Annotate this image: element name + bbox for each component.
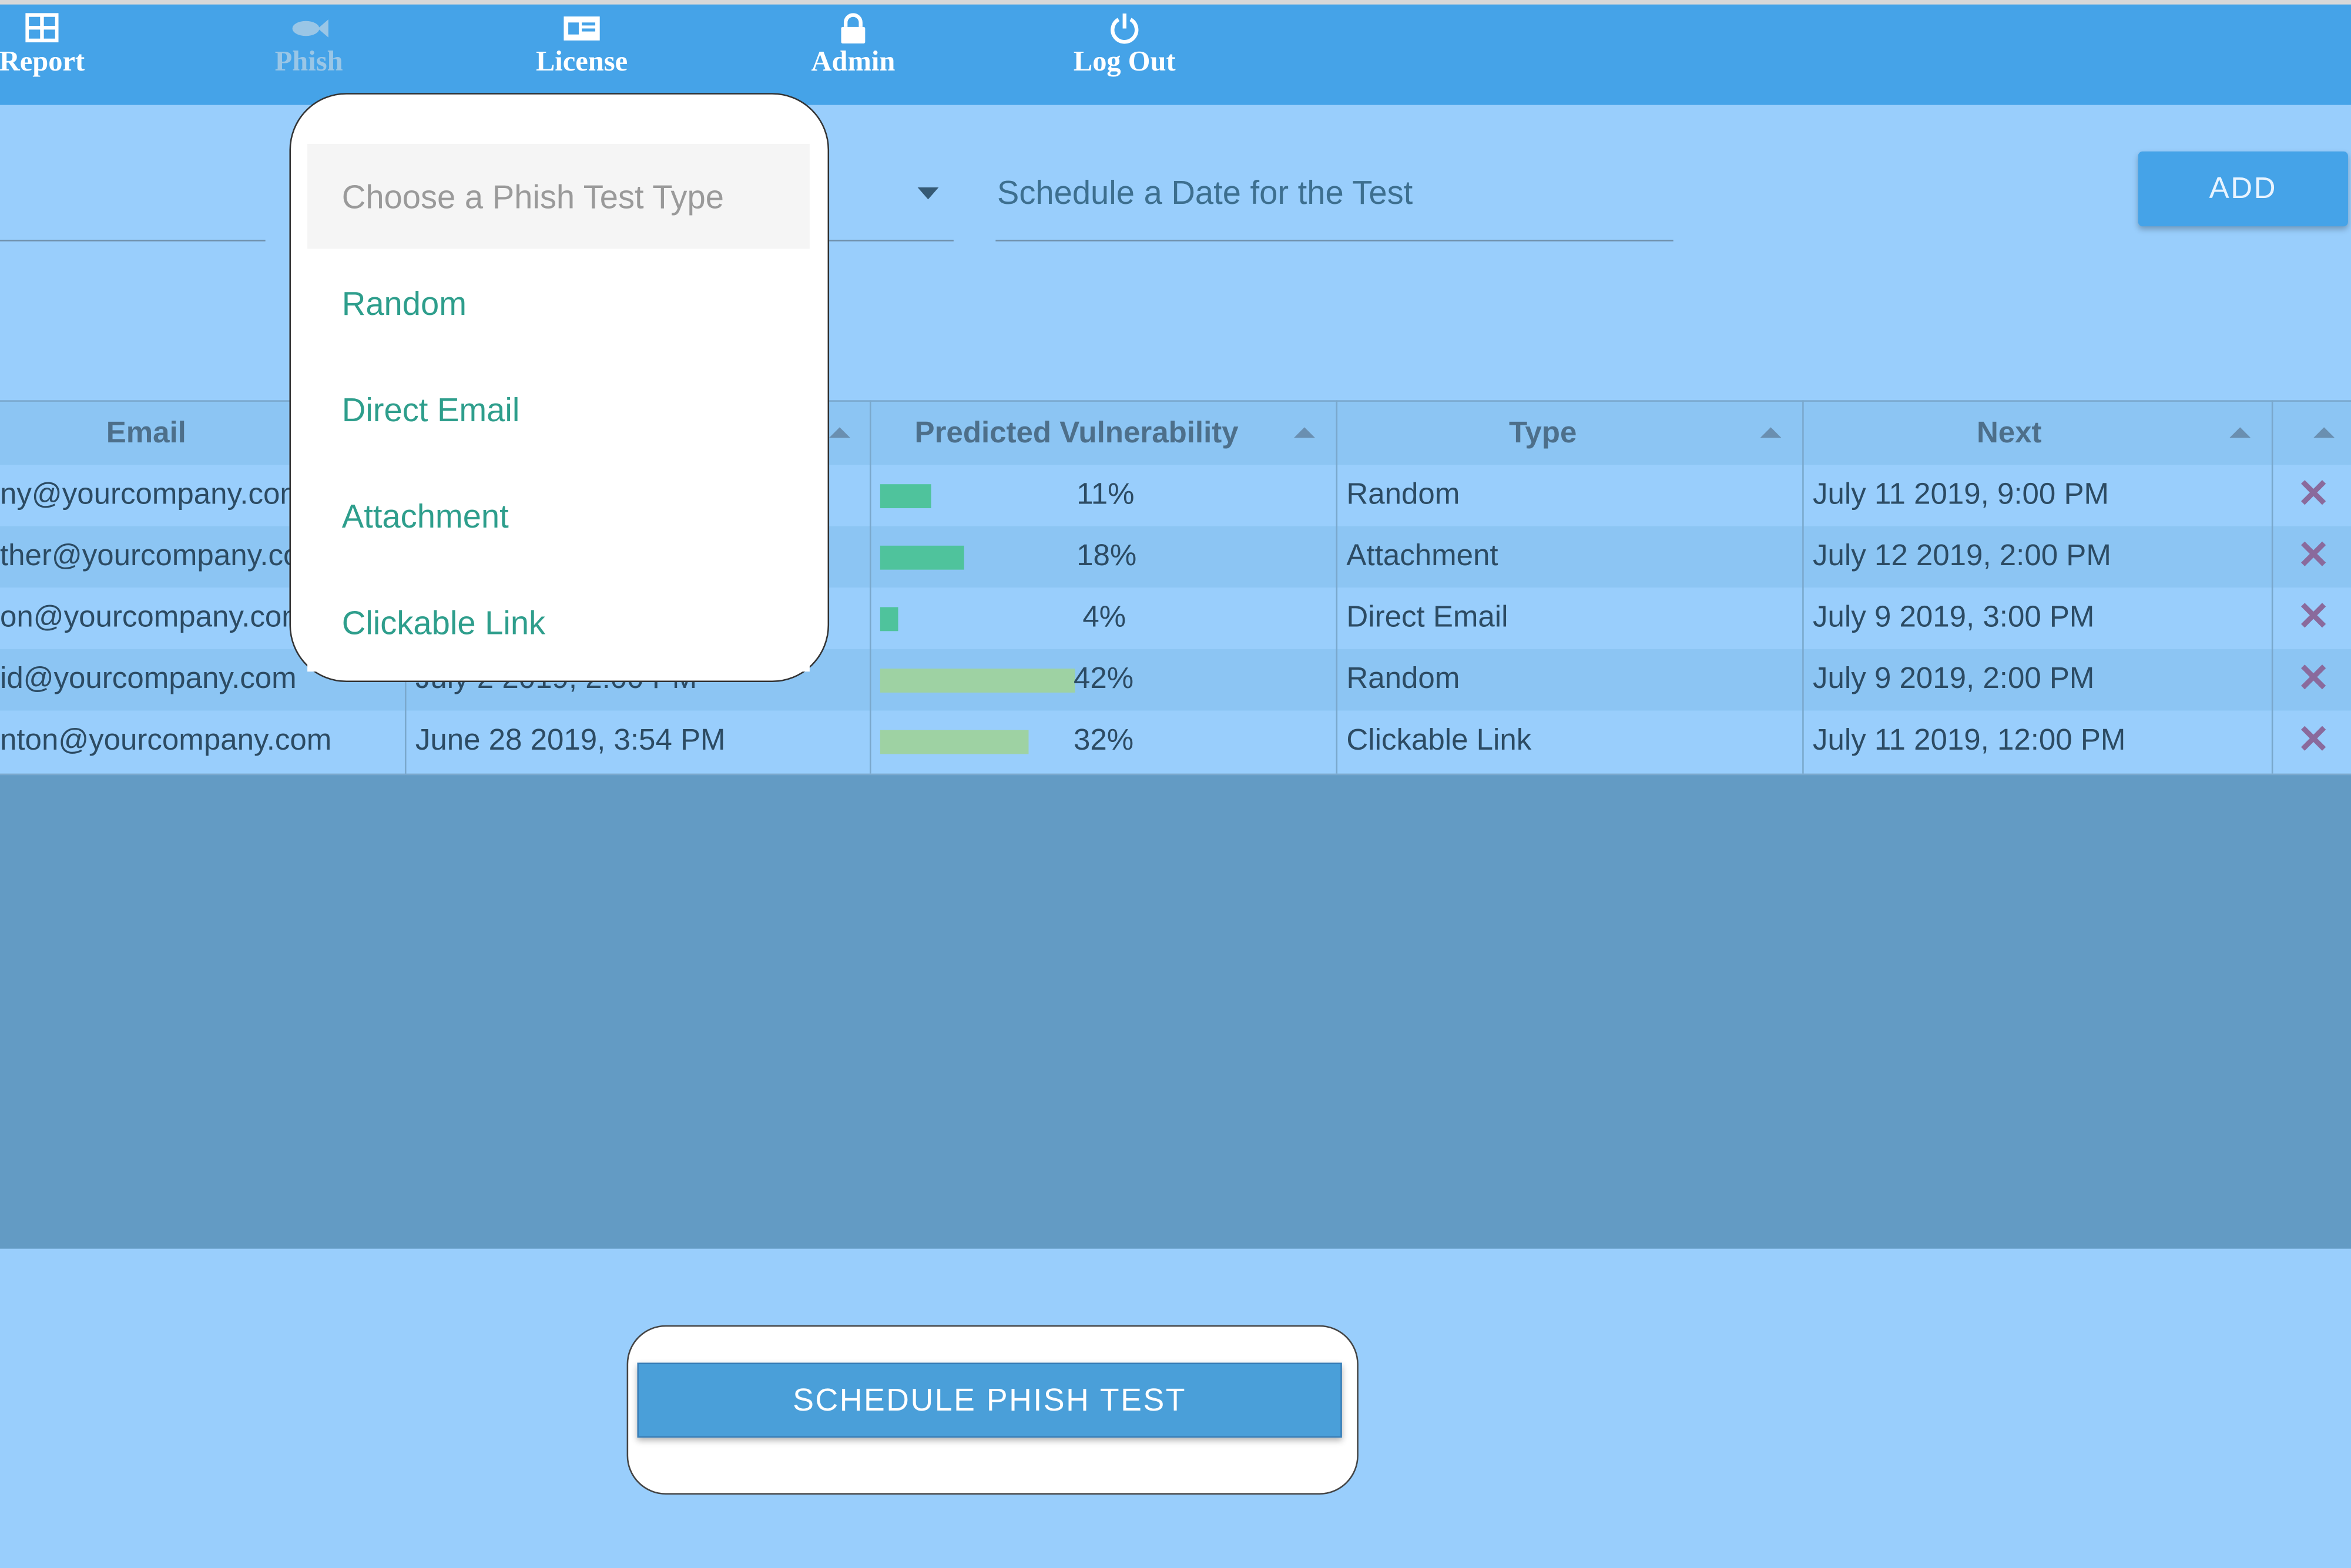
next-cell: July 9 2019, 2:00 PM xyxy=(1813,662,2095,696)
vulnerability-percent: 18% xyxy=(1076,539,1137,573)
app-root: Report Phish License Admin Log Out Sched… xyxy=(0,0,2351,1568)
sort-icon[interactable] xyxy=(829,427,850,438)
fish-icon xyxy=(292,19,328,38)
email-cell: ther@yourcompany.com xyxy=(0,539,325,573)
column-divider xyxy=(2271,400,2273,774)
schedule-phish-test-button[interactable]: SCHEDULE PHISH TEST xyxy=(637,1362,1342,1438)
column-header-email[interactable]: Email xyxy=(0,402,293,465)
type-cell: Clickable Link xyxy=(1346,724,1532,757)
column-divider xyxy=(1802,400,1804,774)
vulnerability-bar xyxy=(880,669,1075,693)
sort-icon[interactable] xyxy=(1294,427,1315,438)
vulnerability-bar xyxy=(880,545,964,570)
email-cell: on@yourcompany.com xyxy=(0,601,307,634)
vulnerability-percent: 42% xyxy=(1074,662,1134,696)
column-header-next[interactable]: Next xyxy=(1804,402,2215,465)
email-cell: nton@yourcompany.com xyxy=(0,724,332,757)
last-test-cell: June 28 2019, 3:54 PM xyxy=(415,724,726,757)
vulnerability-percent: 32% xyxy=(1074,724,1134,757)
dropdown-option-attachment[interactable]: Attachment xyxy=(342,498,509,536)
vulnerability-bar xyxy=(880,484,931,509)
delete-icon[interactable]: ✕ xyxy=(2297,471,2330,517)
nav-license[interactable]: License xyxy=(492,11,672,79)
next-cell: July 9 2019, 3:00 PM xyxy=(1813,601,2095,634)
column-divider xyxy=(869,400,871,774)
vulnerability-bar xyxy=(880,730,1029,754)
chevron-down-icon[interactable] xyxy=(917,187,939,200)
type-cell: Direct Email xyxy=(1346,601,1508,634)
empty-table-area xyxy=(0,775,2351,1249)
dropdown-option-clickable-link[interactable]: Clickable Link xyxy=(342,604,545,643)
lock-icon xyxy=(841,13,866,43)
dropdown-option-direct-email[interactable]: Direct Email xyxy=(342,391,520,430)
nav-report[interactable]: Report xyxy=(0,11,132,79)
nav-license-label: License xyxy=(535,46,628,78)
delete-icon[interactable]: ✕ xyxy=(2297,717,2330,763)
next-cell: July 12 2019, 2:00 PM xyxy=(1813,539,2111,573)
delete-icon[interactable]: ✕ xyxy=(2297,532,2330,579)
email-field-underline[interactable] xyxy=(0,240,266,241)
nav-logout-label: Log Out xyxy=(1073,46,1176,78)
phish-type-dropdown: Choose a Phish Test Type Random Direct E… xyxy=(307,143,810,672)
type-cell: Random xyxy=(1346,478,1460,512)
type-select-underline[interactable] xyxy=(809,240,954,241)
add-button[interactable]: ADD xyxy=(2138,151,2348,227)
date-field-underline xyxy=(995,240,1673,241)
type-cell: Attachment xyxy=(1346,539,1498,573)
nav-phish[interactable]: Phish xyxy=(219,11,399,79)
id-card-icon xyxy=(564,16,600,41)
vulnerability-percent: 11% xyxy=(1076,478,1135,512)
table-icon xyxy=(25,13,59,43)
sort-icon[interactable] xyxy=(1760,427,1782,438)
sort-icon[interactable] xyxy=(2313,427,2335,438)
column-header-vulnerability[interactable]: Predicted Vulnerability xyxy=(871,402,1282,465)
email-cell: id@yourcompany.com xyxy=(0,662,297,696)
type-cell: Random xyxy=(1346,662,1460,696)
next-cell: July 11 2019, 12:00 PM xyxy=(1813,724,2126,757)
dropdown-option-random[interactable]: Random xyxy=(342,285,467,324)
column-header-type[interactable]: Type xyxy=(1337,402,1748,465)
nav-phish-label: Phish xyxy=(274,46,343,78)
nav-admin-label: Admin xyxy=(811,46,896,78)
column-divider xyxy=(1336,400,1338,774)
date-field[interactable]: Schedule a Date for the Test xyxy=(997,174,1413,213)
table-row: nton@yourcompany.com June 28 2019, 3:54 … xyxy=(0,710,2351,773)
delete-icon[interactable]: ✕ xyxy=(2297,593,2330,640)
power-icon xyxy=(1111,13,1139,44)
vulnerability-bar xyxy=(880,607,898,632)
nav-logout[interactable]: Log Out xyxy=(1035,11,1215,79)
dropdown-placeholder[interactable]: Choose a Phish Test Type xyxy=(307,143,810,249)
top-nav: Report Phish License Admin Log Out xyxy=(0,0,2351,105)
delete-icon[interactable]: ✕ xyxy=(2297,655,2330,701)
nav-report-label: Report xyxy=(0,46,85,78)
nav-admin[interactable]: Admin xyxy=(763,11,943,79)
sort-icon[interactable] xyxy=(2229,427,2251,438)
email-cell: ny@yourcompany.com xyxy=(0,478,305,512)
next-cell: July 11 2019, 9:00 PM xyxy=(1813,478,2109,512)
vulnerability-percent: 4% xyxy=(1082,601,1126,634)
